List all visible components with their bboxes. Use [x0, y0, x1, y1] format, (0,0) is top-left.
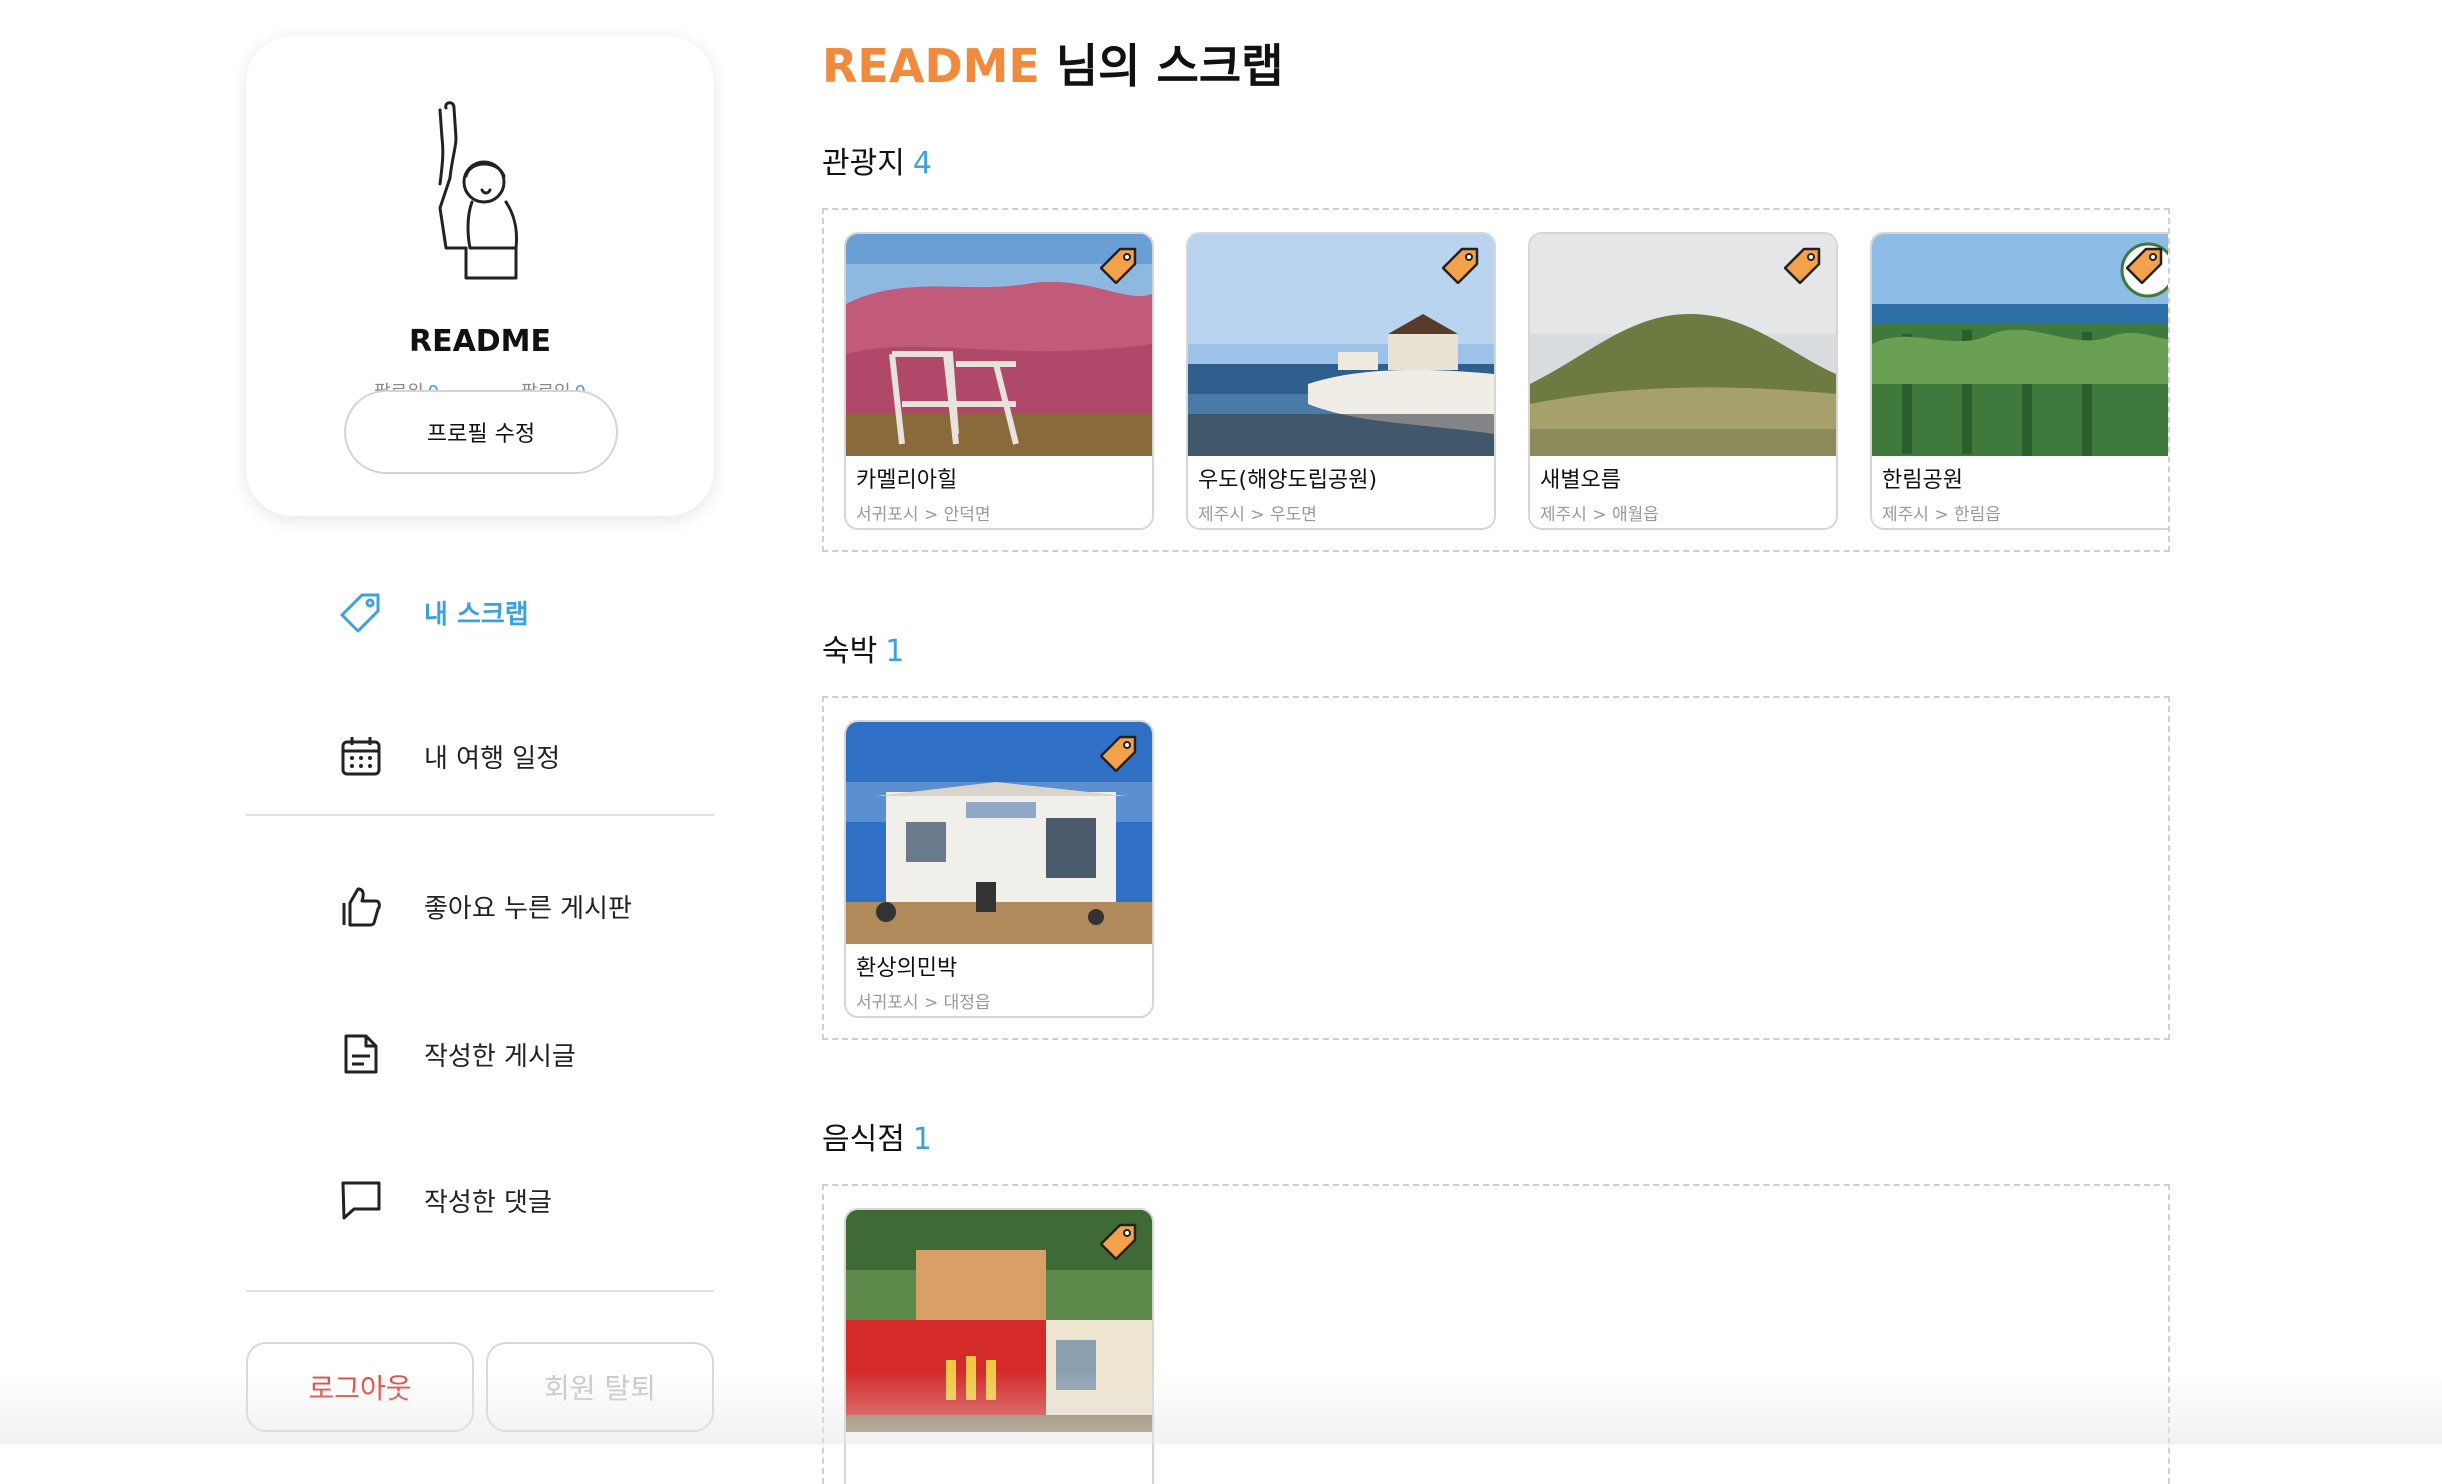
menu-item-liked-posts[interactable]: 좋아요 누른 게시판: [338, 876, 698, 936]
page-title: README 님의 스크랩: [822, 30, 1283, 96]
section-count: 4: [912, 146, 932, 181]
place-name: 우도(해양도립공원): [1198, 468, 1378, 493]
section-count: 1: [885, 634, 905, 669]
profile-card: README 팔로워0 팔로잉0 프로필 수정: [246, 36, 714, 516]
menu-item-my-trip[interactable]: 내 여행 일정: [338, 726, 698, 786]
edit-profile-button[interactable]: 프로필 수정: [344, 390, 618, 474]
section-title-attractions: 관광지 4: [822, 138, 932, 182]
section-title-restaurants: 음식점 1: [822, 1114, 932, 1158]
place-name: 카멜리아힐: [856, 468, 958, 493]
section-label: 관광지: [822, 146, 905, 181]
place-photo: [1530, 234, 1836, 456]
scrap-tag-icon[interactable]: [1100, 734, 1138, 772]
avatar: [426, 98, 534, 286]
scrap-card[interactable]: 한림공원 제주시 > 한림읍: [1870, 232, 2168, 530]
menu-divider: [246, 814, 714, 816]
scrap-card[interactable]: [844, 1208, 1154, 1484]
section-label: 음식점: [822, 1122, 905, 1157]
section-label: 숙박: [822, 634, 878, 669]
place-address: 제주시 > 애월읍: [1540, 505, 1659, 525]
tag-icon: [338, 589, 384, 635]
place-address: 서귀포시 > 대정읍: [856, 993, 991, 1013]
withdraw-button[interactable]: 회원 탈퇴: [486, 1342, 714, 1432]
menu-label: 좋아요 누른 게시판: [424, 893, 632, 924]
section-box-restaurants: [822, 1184, 2170, 1484]
scrap-tag-icon[interactable]: [1100, 246, 1138, 284]
place-address: 제주시 > 한림읍: [1882, 505, 2001, 525]
scrap-card[interactable]: 카멜리아힐 서귀포시 > 안덕면: [844, 232, 1154, 530]
scrap-card[interactable]: 환상의민박 서귀포시 > 대정읍: [844, 720, 1154, 1018]
section-count: 1: [912, 1122, 932, 1157]
calendar-icon: [338, 733, 384, 779]
logout-button[interactable]: 로그아웃: [246, 1342, 474, 1432]
profile-name: README: [408, 324, 552, 359]
section-box-lodging: 환상의민박 서귀포시 > 대정읍: [822, 696, 2170, 1040]
place-name: 환상의민박: [856, 956, 958, 981]
section-box-attractions: 카멜리아힐 서귀포시 > 안덕면 우도(해양도립공원) 제주시 > 우도면 새별…: [822, 208, 2170, 552]
place-photo: [1188, 234, 1494, 456]
place-photo: [846, 1210, 1152, 1432]
page-title-suffix: 님의 스크랩: [1039, 39, 1284, 93]
scrap-tag-icon[interactable]: [2126, 246, 2164, 284]
document-icon: [338, 1031, 384, 1077]
place-photo: [1872, 234, 2168, 456]
place-address: 제주시 > 우도면: [1198, 505, 1317, 525]
place-name: 한림공원: [1882, 468, 1963, 493]
scrap-tag-icon[interactable]: [1442, 246, 1480, 284]
page-title-username: README: [822, 39, 1040, 93]
menu-item-my-posts[interactable]: 작성한 게시글: [338, 1024, 698, 1084]
place-name: 새별오름: [1540, 468, 1621, 493]
place-photo: [846, 722, 1152, 944]
menu-divider: [246, 1290, 714, 1292]
menu-label: 작성한 댓글: [424, 1187, 552, 1218]
place-address: 서귀포시 > 안덕면: [856, 505, 991, 525]
menu-item-my-scrap[interactable]: 내 스크랩: [338, 582, 698, 642]
scrap-tag-icon[interactable]: [1784, 246, 1822, 284]
place-photo: [846, 234, 1152, 456]
menu-item-my-comments[interactable]: 작성한 댓글: [338, 1170, 698, 1230]
thumbs-up-icon: [338, 883, 384, 929]
comment-icon: [338, 1177, 384, 1223]
scrap-tag-icon[interactable]: [1100, 1222, 1138, 1260]
sidebar: README 팔로워0 팔로잉0 프로필 수정 내 스크랩: [246, 0, 714, 1444]
menu-label: 내 여행 일정: [424, 743, 561, 774]
scrap-card[interactable]: 우도(해양도립공원) 제주시 > 우도면: [1186, 232, 1496, 530]
section-title-lodging: 숙박 1: [822, 626, 904, 670]
menu-label: 내 스크랩: [424, 599, 529, 630]
menu-label: 작성한 게시글: [424, 1041, 576, 1072]
scrap-card[interactable]: 새별오름 제주시 > 애월읍: [1528, 232, 1838, 530]
